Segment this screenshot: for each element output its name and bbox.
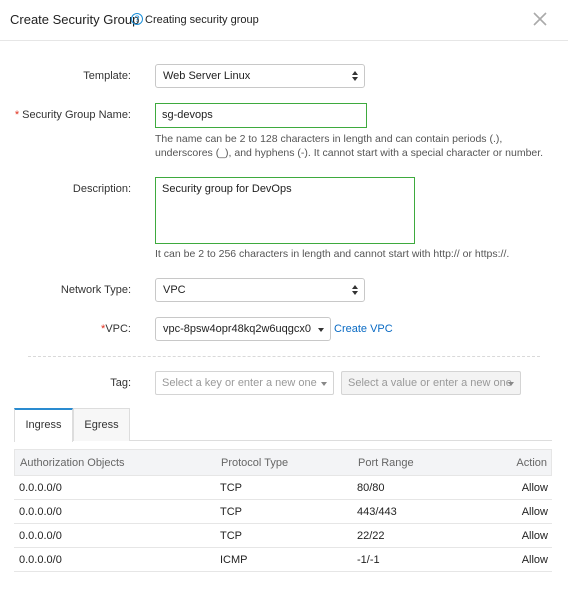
table-row: 0.0.0.0/0 ICMP -1/-1 Allow <box>14 548 552 572</box>
network-type-value: VPC <box>163 284 186 296</box>
close-icon[interactable] <box>530 9 550 29</box>
vpc-label-text: VPC: <box>105 323 131 335</box>
rule-tabs: Ingress Egress <box>14 408 552 442</box>
dropdown-caret-icon <box>508 382 514 386</box>
column-header: Authorization Objects <box>20 457 125 469</box>
table-cell: ICMP <box>220 554 248 566</box>
divider <box>28 356 540 357</box>
description-label: Description: <box>72 183 131 195</box>
rules-table: Authorization Objects Protocol Type Port… <box>14 449 552 572</box>
select-arrows-icon <box>352 285 358 295</box>
column-header: Port Range <box>358 457 414 469</box>
table-cell: -1/-1 <box>357 554 380 566</box>
template-select[interactable]: Web Server Linux <box>155 64 365 88</box>
table-cell: 0.0.0.0/0 <box>19 554 62 566</box>
table-cell: Allow <box>521 530 548 542</box>
table-cell: 0.0.0.0/0 <box>19 506 62 518</box>
network-type-label: Network Type: <box>60 284 131 296</box>
dropdown-caret-icon <box>321 382 327 386</box>
vpc-value: vpc-8psw4opr48kq2w6uqgcx0 <box>163 323 311 335</box>
table-cell: TCP <box>220 530 242 542</box>
template-label: Template: <box>83 70 131 82</box>
table-cell: 0.0.0.0/0 <box>19 482 62 494</box>
select-arrows-icon <box>352 71 358 81</box>
dialog-subtitle: Creating security group <box>145 14 259 26</box>
name-label-text: Security Group Name: <box>22 109 131 121</box>
tab-ingress[interactable]: Ingress <box>14 408 73 442</box>
tag-key-placeholder: Select a key or enter a new one <box>162 377 317 389</box>
help-icon[interactable]: ? <box>131 13 143 25</box>
column-header: Protocol Type <box>221 457 289 469</box>
table-cell: 443/443 <box>357 506 397 518</box>
table-row: 0.0.0.0/0 TCP 80/80 Allow <box>14 476 552 500</box>
table-cell: 22/22 <box>357 530 385 542</box>
table-header: Authorization Objects Protocol Type Port… <box>14 449 552 476</box>
dialog-title: Create Security Group <box>10 12 140 27</box>
column-header: Action <box>516 457 547 469</box>
dialog-header: Create Security Group ? Creating securit… <box>0 0 568 41</box>
tag-value-select[interactable]: Select a value or enter a new one <box>341 371 521 395</box>
description-textarea[interactable]: Security group for DevOps <box>155 177 415 244</box>
table-cell: 80/80 <box>357 482 385 494</box>
table-cell: Allow <box>521 554 548 566</box>
vpc-select[interactable]: vpc-8psw4opr48kq2w6uqgcx0 <box>155 317 331 341</box>
vpc-label: *VPC: <box>101 323 131 335</box>
network-type-select[interactable]: VPC <box>155 278 365 302</box>
tag-value-placeholder: Select a value or enter a new one <box>348 377 512 389</box>
table-cell: Allow <box>521 506 548 518</box>
table-row: 0.0.0.0/0 TCP 22/22 Allow <box>14 524 552 548</box>
security-group-name-input[interactable]: sg-devops <box>155 103 367 128</box>
required-mark: * <box>14 109 20 121</box>
tab-egress[interactable]: Egress <box>73 408 130 441</box>
name-label: * Security Group Name: <box>15 109 131 121</box>
description-hint: It can be 2 to 256 characters in length … <box>155 248 510 260</box>
create-vpc-link[interactable]: Create VPC <box>334 323 393 335</box>
table-cell: TCP <box>220 506 242 518</box>
tag-key-select[interactable]: Select a key or enter a new one <box>155 371 334 395</box>
tag-label: Tag: <box>110 377 131 389</box>
table-cell: 0.0.0.0/0 <box>19 530 62 542</box>
table-row: 0.0.0.0/0 TCP 443/443 Allow <box>14 500 552 524</box>
dropdown-caret-icon <box>318 328 324 332</box>
template-value: Web Server Linux <box>163 70 251 82</box>
table-cell: Allow <box>521 482 548 494</box>
name-hint: The name can be 2 to 128 characters in l… <box>155 133 544 159</box>
table-cell: TCP <box>220 482 242 494</box>
